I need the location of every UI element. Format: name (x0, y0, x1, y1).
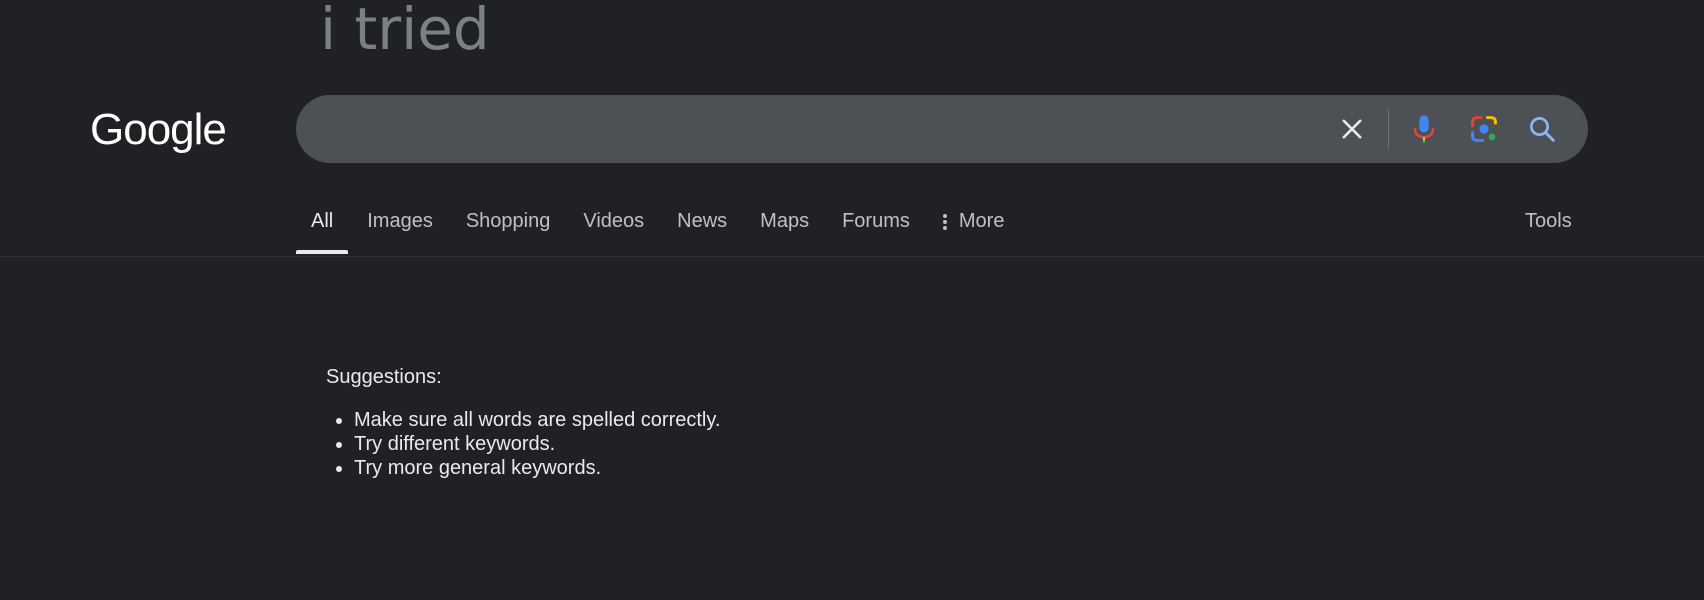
tab-shopping[interactable]: Shopping (466, 198, 551, 254)
search-results-page: i tried Google All Images Shopping Video… (0, 0, 1704, 600)
tab-videos[interactable]: Videos (583, 198, 644, 254)
tab-label: Videos (583, 210, 645, 232)
no-results-suggestions: Suggestions: Make sure all words are spe… (326, 364, 720, 480)
suggestions-title: Suggestions: (326, 366, 442, 388)
list-item: Try more general keywords. (354, 456, 720, 480)
list-item: Try different keywords. (354, 432, 720, 456)
search-box-divider (1388, 109, 1389, 149)
tab-label: Shopping (465, 210, 551, 232)
tab-label: More (958, 210, 1005, 232)
list-item: Make sure all words are spelled correctl… (354, 408, 720, 432)
close-icon[interactable] (1334, 111, 1370, 147)
search-icon[interactable] (1524, 111, 1560, 147)
tools-button[interactable]: Tools (1525, 210, 1572, 233)
microphone-icon[interactable] (1406, 111, 1442, 147)
search-tabs: All Images Shopping Videos News Maps For… (296, 198, 1037, 254)
google-lens-icon[interactable] (1466, 111, 1502, 147)
tab-label: News (677, 210, 728, 232)
google-logo[interactable]: Google (90, 100, 227, 160)
search-input[interactable] (326, 111, 1330, 149)
tab-maps[interactable]: Maps (760, 198, 809, 254)
tab-more[interactable]: More (942, 198, 1005, 254)
tab-label: Forums (842, 210, 910, 232)
tab-label: Maps (760, 210, 810, 232)
tab-label: All (311, 210, 334, 232)
suggestions-list: Make sure all words are spelled correctl… (326, 408, 720, 480)
search-box (296, 95, 1588, 163)
tab-forums[interactable]: Forums (842, 198, 910, 254)
overlay-query-text: i tried (320, 0, 490, 63)
tab-label: Images (367, 210, 433, 232)
vertical-dots-icon (942, 214, 947, 232)
tab-news[interactable]: News (677, 198, 727, 254)
tab-all[interactable]: All (296, 198, 349, 254)
tabs-divider (0, 256, 1704, 257)
tab-images[interactable]: Images (367, 198, 433, 254)
